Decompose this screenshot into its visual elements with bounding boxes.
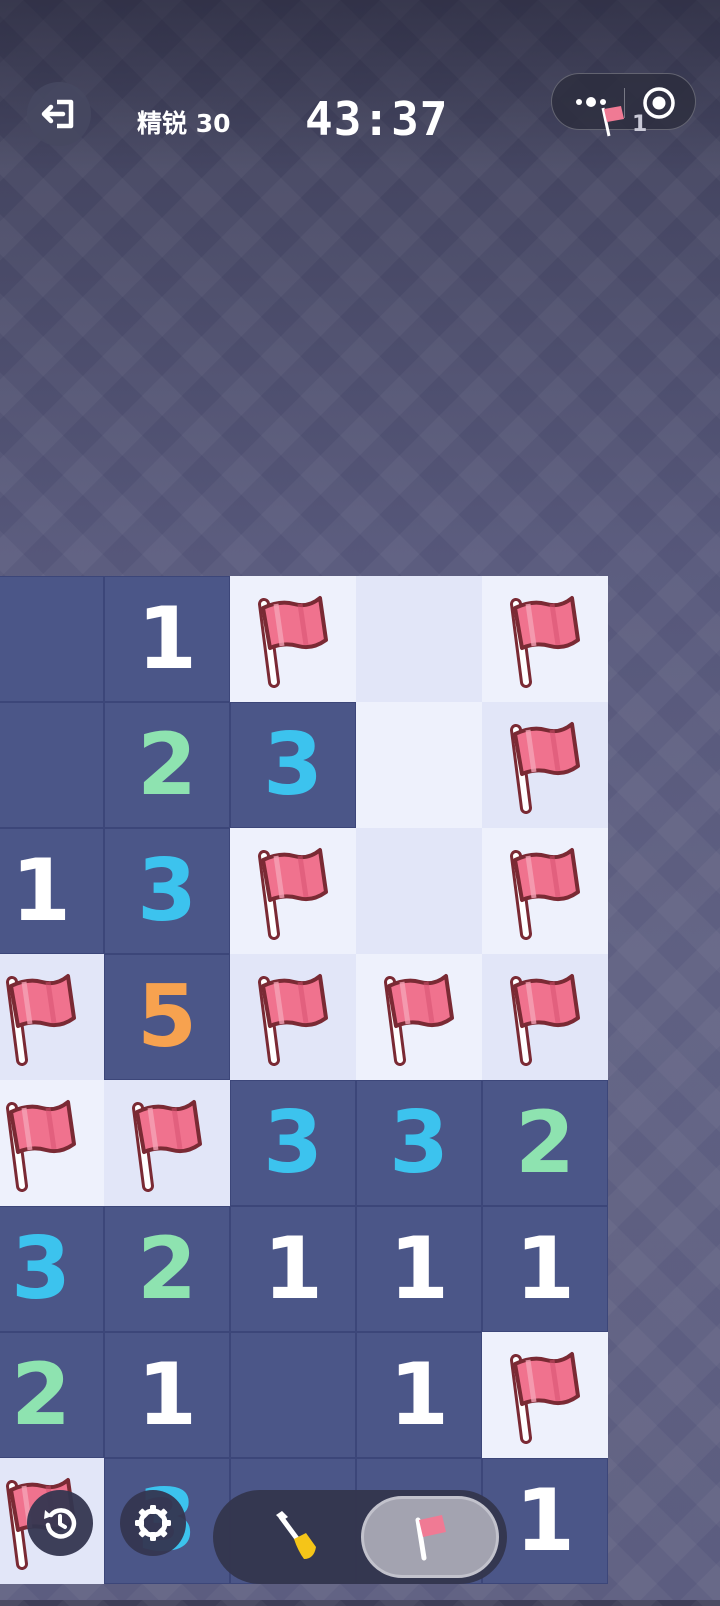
open-cell[interactable]: 2 (0, 1332, 104, 1458)
flagged-cell[interactable] (356, 954, 482, 1080)
flagged-cell[interactable] (482, 576, 608, 702)
open-cell[interactable]: 1 (230, 1206, 356, 1332)
dig-mode-button[interactable] (261, 1506, 331, 1568)
cell-number: 3 (137, 841, 197, 941)
flagged-cell[interactable] (482, 828, 608, 954)
flag-count: 1 (632, 112, 648, 137)
cell-number: 3 (389, 1093, 449, 1193)
open-cell[interactable]: 3 (356, 1080, 482, 1206)
minesweeper-board: 1231353323211121131 (0, 576, 610, 1606)
flag-icon (510, 722, 580, 814)
cell-number: 2 (515, 1093, 575, 1193)
open-cell[interactable]: 2 (104, 702, 230, 828)
cell-number: 3 (263, 1093, 323, 1193)
mode-switch (213, 1490, 507, 1584)
cell-number: 1 (389, 1219, 449, 1319)
flagged-cell[interactable] (482, 1332, 608, 1458)
open-cell[interactable]: 5 (104, 954, 230, 1080)
cell-number: 1 (263, 1219, 323, 1319)
restart-button[interactable] (27, 1490, 93, 1556)
shovel-icon (276, 1511, 316, 1559)
hidden-cell[interactable] (356, 828, 482, 954)
open-cell[interactable]: 2 (482, 1080, 608, 1206)
flag-icon (384, 974, 454, 1066)
open-cell[interactable]: 3 (230, 702, 356, 828)
flagged-cell[interactable] (230, 828, 356, 954)
cell-number: 2 (11, 1345, 71, 1445)
flag-counter-icon (601, 106, 624, 137)
cell-number: 5 (137, 967, 197, 1067)
flagged-cell[interactable] (230, 954, 356, 1080)
flagged-cell[interactable] (0, 1080, 104, 1206)
cell-number: 3 (263, 715, 323, 815)
gear-icon (135, 1505, 171, 1541)
cell-number: 1 (11, 841, 71, 941)
restart-icon (44, 1508, 77, 1539)
flag-icon (415, 1515, 446, 1561)
open-cell[interactable]: 2 (104, 1206, 230, 1332)
flag-icon (6, 974, 76, 1066)
flag-icon (510, 848, 580, 940)
board-grid: 1231353323211121131 (0, 576, 608, 1584)
flagged-cell[interactable] (0, 954, 104, 1080)
hidden-cell[interactable] (356, 576, 482, 702)
flag-icon (510, 596, 580, 688)
open-cell[interactable]: 3 (0, 1206, 104, 1332)
flagged-cell[interactable] (230, 576, 356, 702)
exit-icon (41, 99, 74, 129)
cell-number: 1 (515, 1219, 575, 1319)
flag-icon (510, 974, 580, 1066)
open-cell[interactable]: 3 (230, 1080, 356, 1206)
cell-number: 2 (137, 1219, 197, 1319)
open-cell[interactable] (0, 702, 104, 828)
bottom-toolbar (0, 1490, 720, 1600)
open-cell[interactable]: 1 (356, 1206, 482, 1332)
flagged-cell[interactable] (482, 954, 608, 1080)
game-timer: 43:37 (305, 92, 449, 146)
open-cell[interactable]: 1 (104, 576, 230, 702)
flag-icon (6, 1100, 76, 1192)
open-cell[interactable]: 3 (104, 828, 230, 954)
flag-icon (510, 1352, 580, 1444)
open-cell[interactable]: 1 (104, 1332, 230, 1458)
cell-number: 1 (389, 1345, 449, 1445)
open-cell[interactable]: 1 (482, 1206, 608, 1332)
flag-mode-button[interactable] (361, 1496, 499, 1578)
cell-number: 1 (137, 1345, 197, 1445)
flagged-cell[interactable] (104, 1080, 230, 1206)
open-cell[interactable] (0, 576, 104, 702)
open-cell[interactable] (230, 1332, 356, 1458)
flag-icon (258, 974, 328, 1066)
cell-number: 3 (11, 1219, 71, 1319)
level-label: 精锐 30 (137, 109, 231, 138)
exit-button[interactable] (27, 82, 91, 146)
flagged-cell[interactable] (482, 702, 608, 828)
flag-icon (258, 848, 328, 940)
open-cell[interactable]: 1 (356, 1332, 482, 1458)
hidden-cell[interactable] (356, 702, 482, 828)
settings-button[interactable] (120, 1490, 186, 1556)
cell-number: 1 (137, 589, 197, 689)
flag-icon (258, 596, 328, 688)
flag-icon (132, 1100, 202, 1192)
open-cell[interactable]: 1 (0, 828, 104, 954)
cell-number: 2 (137, 715, 197, 815)
